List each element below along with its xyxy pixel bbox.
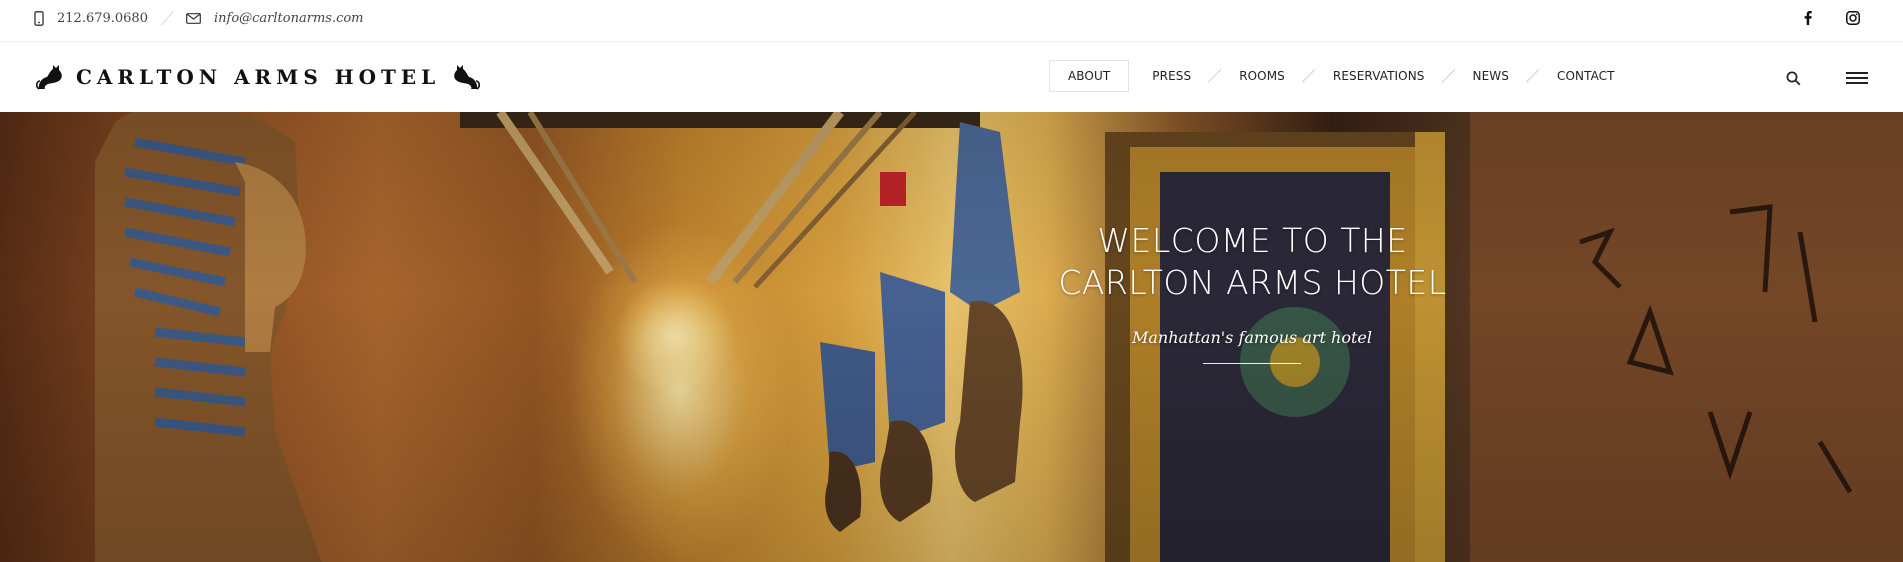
nav-item-reservations[interactable]: RESERVATIONS xyxy=(1320,60,1438,92)
hero-title-line-1: WELCOME TO THE xyxy=(1097,221,1408,260)
nav-item-news[interactable]: NEWS xyxy=(1460,60,1522,92)
hero-subtitle: Manhattan's famous art hotel xyxy=(1132,328,1372,347)
nav-item-about[interactable]: ABOUT xyxy=(1049,60,1130,92)
topbar-divider xyxy=(158,11,178,25)
contact-info: 212.679.0680 info@carltonarms.com xyxy=(34,0,364,36)
main-nav: ABOUT PRESS ROOMS RESERVATIONS NEWS CONT… xyxy=(1049,60,1628,92)
nav-item-press[interactable]: PRESS xyxy=(1139,60,1204,92)
search-icon[interactable] xyxy=(1783,68,1803,88)
hamburger-menu-icon[interactable] xyxy=(1846,70,1868,86)
nav-item-rooms[interactable]: ROOMS xyxy=(1226,60,1298,92)
facebook-icon[interactable] xyxy=(1798,9,1818,27)
hero-divider xyxy=(1203,363,1301,364)
email-address: info@carltonarms.com xyxy=(213,10,364,26)
hero-banner: WELCOME TO THE CARLTON ARMS HOTEL Manhat… xyxy=(0,112,1903,562)
email-contact[interactable]: info@carltonarms.com xyxy=(186,11,364,26)
phone-contact[interactable]: 212.679.0680 xyxy=(34,11,148,26)
logo-wordmark: CARLTON ARMS HOTEL xyxy=(76,65,441,89)
main-header: CARLTON ARMS HOTEL ABOUT PRESS ROOMS RES… xyxy=(0,42,1903,112)
nav-item-contact[interactable]: CONTACT xyxy=(1544,60,1628,92)
nav-divider xyxy=(1438,68,1460,84)
nav-divider xyxy=(1522,68,1544,84)
cat-left-icon xyxy=(36,65,62,90)
nav-divider xyxy=(1298,68,1320,84)
cat-right-icon xyxy=(454,65,481,90)
instagram-icon[interactable] xyxy=(1843,9,1863,27)
phone-icon xyxy=(34,10,44,26)
hero-title-line-2: CARLTON ARMS HOTEL xyxy=(1058,263,1447,302)
envelope-icon xyxy=(186,12,201,24)
hero-overlay xyxy=(0,112,1903,562)
nav-divider xyxy=(1133,68,1139,84)
nav-divider xyxy=(1204,68,1226,84)
site-logo[interactable]: CARLTON ARMS HOTEL xyxy=(36,60,481,94)
hero-title: WELCOME TO THE CARLTON ARMS HOTEL xyxy=(1020,220,1485,304)
top-contact-bar: 212.679.0680 info@carltonarms.com xyxy=(0,0,1903,42)
phone-number: 212.679.0680 xyxy=(57,10,148,26)
